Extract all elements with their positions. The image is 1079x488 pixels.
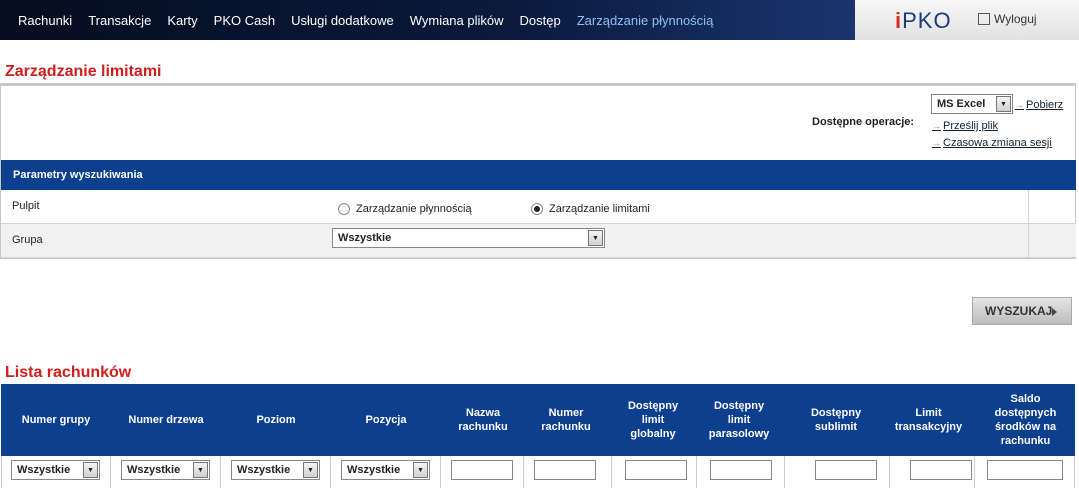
filter-numer-rachunku-input[interactable]	[534, 460, 596, 480]
nav-karty[interactable]: Karty	[167, 13, 197, 28]
nav-uslugi-dodatkowe[interactable]: Usługi dodatkowe	[291, 13, 394, 28]
brand-bar: iPKO Wyloguj	[855, 0, 1079, 40]
col-pozycja[interactable]: Pozycja	[331, 384, 441, 456]
filter-limit-parasolowy-input[interactable]	[710, 460, 772, 480]
filter-poziom-select[interactable]: Wszystkie ▼	[231, 460, 320, 480]
col-numer-grupy[interactable]: Numer grupy	[1, 384, 111, 456]
col-dostepny-limit-globalny[interactable]: Dostępny limit globalny	[618, 384, 688, 456]
nav-rachunki[interactable]: Rachunki	[18, 13, 72, 28]
nav-pko-cash[interactable]: PKO Cash	[214, 13, 275, 28]
chevron-down-icon: ▼	[193, 462, 208, 478]
search-parameters-header: Parametry wyszukiwania	[1, 160, 1076, 190]
upload-file-link[interactable]: → Prześlij plik	[932, 120, 998, 132]
col-limit-transakcyjny[interactable]: Limit transakcyjny	[891, 384, 966, 456]
pulpit-label: Pulpit	[12, 200, 40, 212]
col-poziom[interactable]: Poziom	[221, 384, 331, 456]
nav-dostep[interactable]: Dostęp	[520, 13, 561, 28]
main-navigation: Rachunki Transakcje Karty PKO Cash Usług…	[0, 0, 855, 40]
filter-nazwa-rachunku-input[interactable]	[451, 460, 513, 480]
arrow-right-icon: →	[932, 121, 941, 131]
logout-label: Wyloguj	[994, 12, 1037, 26]
col-numer-drzewa[interactable]: Numer drzewa	[111, 384, 221, 456]
pko-logo: iPKO	[895, 8, 952, 33]
filter-limit-globalny-input[interactable]	[625, 460, 687, 480]
radio-button-selected[interactable]	[531, 203, 543, 215]
nav-zarzadzanie-plynnoscia[interactable]: Zarządzanie płynnością	[577, 13, 714, 28]
operations-label: Dostępne operacje:	[812, 116, 915, 128]
chevron-down-icon: ▼	[996, 96, 1011, 112]
col-dostepny-limit-parasolowy[interactable]: Dostępny limit parasolowy	[704, 384, 774, 456]
filter-numer-grupy-select[interactable]: Wszystkie ▼	[11, 460, 100, 480]
radio-zarzadzanie-limitami[interactable]: Zarządzanie limitami	[531, 203, 650, 215]
search-button[interactable]: WYSZUKAJ	[972, 297, 1072, 325]
radio-zarzadzanie-plynnoscia[interactable]: Zarządzanie płynnością	[338, 203, 472, 215]
filter-limit-transakcyjny-input[interactable]	[910, 460, 972, 480]
logout-button[interactable]: Wyloguj	[978, 12, 1037, 26]
nav-transakcje[interactable]: Transakcje	[88, 13, 151, 28]
chevron-down-icon: ▼	[83, 462, 98, 478]
filter-saldo-input[interactable]	[987, 460, 1063, 480]
radio-button[interactable]	[338, 203, 350, 215]
col-saldo-dostepnych-srodkow[interactable]: Saldo dostępnych środków na rachunku	[983, 384, 1068, 456]
chevron-down-icon: ▼	[413, 462, 428, 478]
chevron-down-icon: ▼	[303, 462, 318, 478]
temporary-session-change-link[interactable]: → Czasowa zmiana sesji	[932, 137, 1052, 149]
page-title: Zarządzanie limitami	[5, 63, 162, 80]
arrow-right-icon: →	[932, 138, 941, 148]
format-select[interactable]: MS Excel ▼	[931, 94, 1013, 114]
col-dostepny-sublimit[interactable]: Dostępny sublimit	[801, 384, 871, 456]
logout-icon	[978, 13, 990, 25]
group-label: Grupa	[12, 234, 43, 246]
chevron-down-icon: ▼	[588, 230, 603, 246]
download-link[interactable]: → Pobierz	[1015, 99, 1063, 111]
accounts-table-header: Numer grupy Numer drzewa Poziom Pozycja …	[1, 384, 1075, 456]
filter-sublimit-input[interactable]	[815, 460, 877, 480]
col-nazwa-rachunku[interactable]: Nazwa rachunku	[453, 384, 513, 456]
filter-numer-drzewa-select[interactable]: Wszystkie ▼	[121, 460, 210, 480]
accounts-list-title: Lista rachunków	[5, 364, 132, 381]
col-numer-rachunku[interactable]: Numer rachunku	[531, 384, 601, 456]
arrow-right-icon: →	[1015, 100, 1024, 110]
arrow-right-icon	[1052, 308, 1057, 316]
filter-pozycja-select[interactable]: Wszystkie ▼	[341, 460, 430, 480]
group-select[interactable]: Wszystkie ▼	[332, 228, 605, 248]
nav-wymiana-plikow[interactable]: Wymiana plików	[410, 13, 504, 28]
